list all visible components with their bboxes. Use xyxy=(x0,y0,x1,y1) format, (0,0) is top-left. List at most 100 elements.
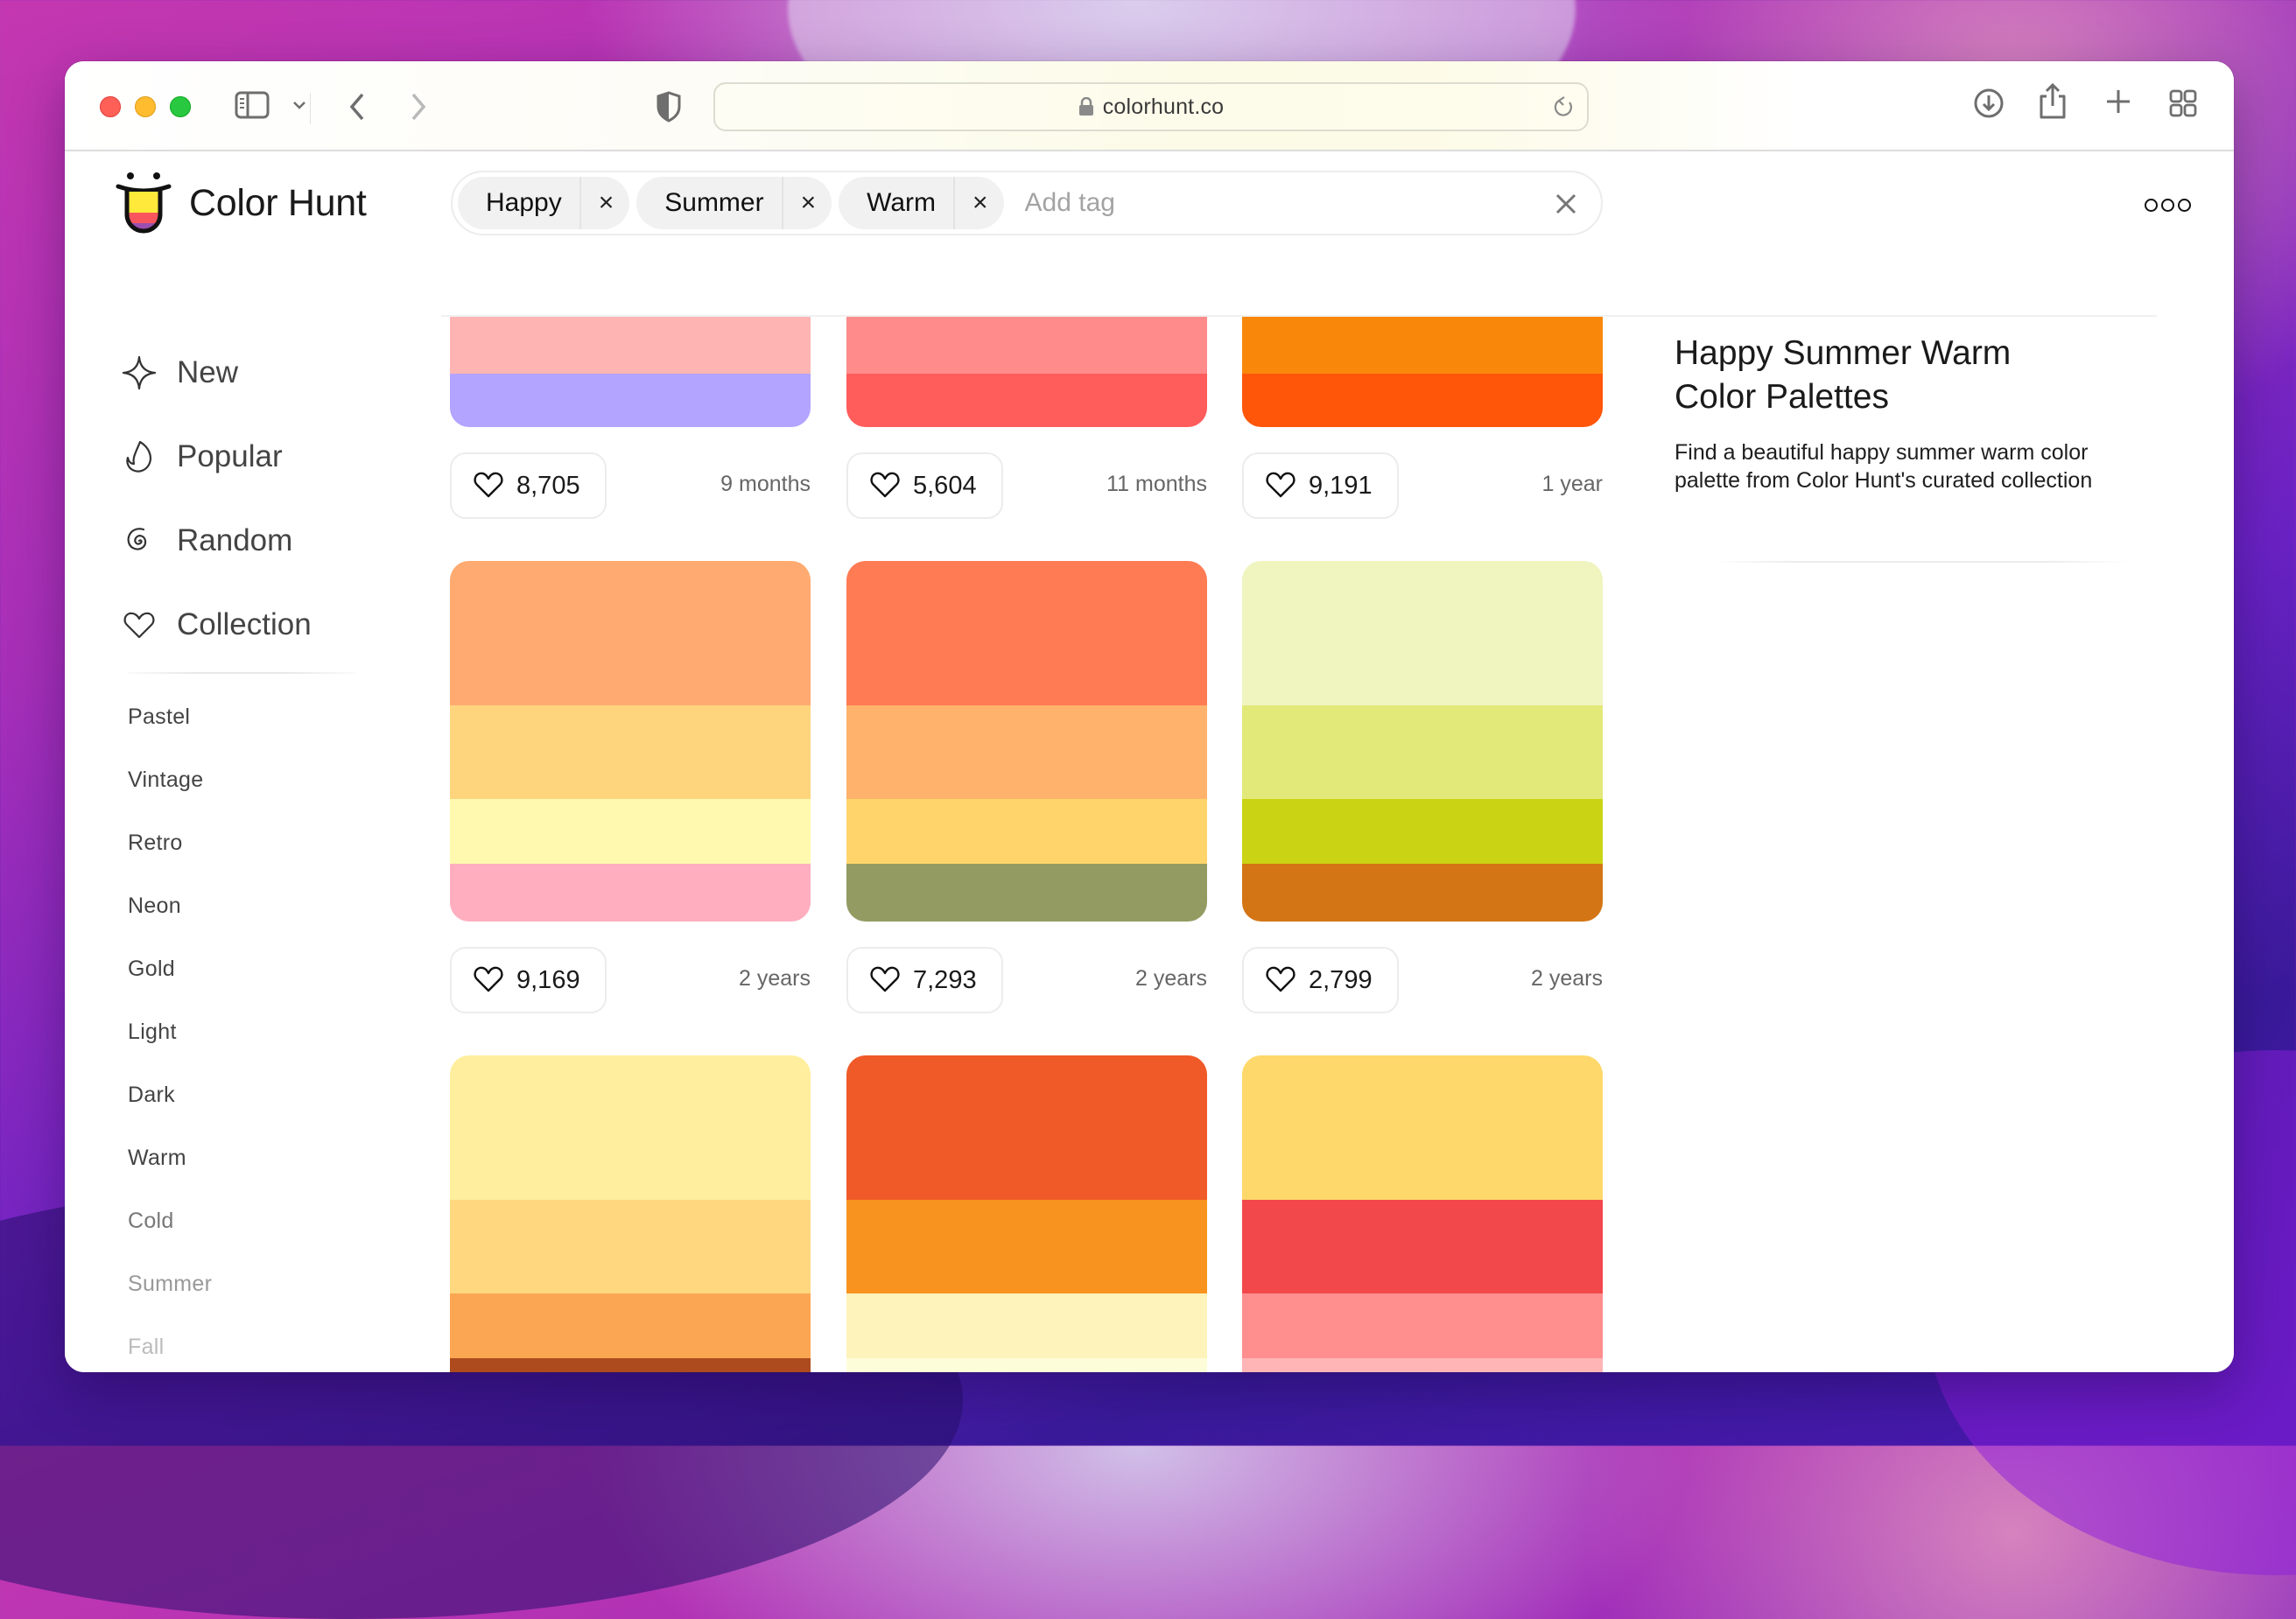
color-stripe[interactable] xyxy=(450,799,811,864)
palette-meta: 5,604 11 months xyxy=(846,452,1207,519)
palette-swatches[interactable] xyxy=(450,561,811,922)
color-stripe[interactable] xyxy=(450,1200,811,1293)
like-count: 2,799 xyxy=(1309,965,1373,994)
color-stripe[interactable] xyxy=(1242,1055,1603,1200)
color-stripe[interactable] xyxy=(450,561,811,705)
color-stripe[interactable] xyxy=(450,315,811,374)
remove-tag-icon[interactable]: × xyxy=(953,177,1004,229)
browser-toolbar: colorhunt.co xyxy=(65,61,2234,151)
lock-icon xyxy=(1078,96,1094,116)
color-stripe[interactable] xyxy=(846,1200,1207,1293)
remove-tag-icon[interactable]: × xyxy=(579,177,630,229)
color-stripe[interactable] xyxy=(1242,1293,1603,1358)
tag-chip-label: Summer xyxy=(664,188,764,217)
brand-logo[interactable]: Color Hunt xyxy=(116,171,367,235)
tag-search-bar[interactable]: Happy × Summer × Warm × xyxy=(451,171,1603,235)
tag-chip-label: Warm xyxy=(867,188,937,217)
color-stripe[interactable] xyxy=(846,315,1207,374)
color-stripe[interactable] xyxy=(846,864,1207,922)
color-stripe[interactable] xyxy=(450,1358,811,1372)
like-count: 5,604 xyxy=(913,471,977,500)
palette-feed[interactable]: 8,705 9 months 5,604 11 months 9,191 1 year 9,… xyxy=(65,315,2234,1372)
color-stripe[interactable] xyxy=(450,1293,811,1358)
heart-icon xyxy=(869,964,901,998)
color-stripe[interactable] xyxy=(846,1358,1207,1372)
palette-meta: 9,191 1 year xyxy=(1242,452,1603,519)
color-stripe[interactable] xyxy=(1242,864,1603,922)
like-count: 7,293 xyxy=(913,965,977,994)
web-page: Color Hunt Happy × Summer × Warm × Add t… xyxy=(65,151,2234,1372)
toolbar-separator xyxy=(310,93,311,124)
palette-swatches[interactable] xyxy=(1242,315,1603,427)
download-icon[interactable] xyxy=(1973,88,2005,119)
palette-swatches[interactable] xyxy=(450,1055,811,1372)
sidebar-toggle-icon[interactable] xyxy=(235,91,270,119)
address-bar[interactable]: colorhunt.co xyxy=(713,82,1589,131)
like-button[interactable]: 5,604 xyxy=(846,452,1003,519)
header-divider xyxy=(441,315,2157,317)
chevron-down-icon[interactable] xyxy=(292,100,306,110)
heart-icon xyxy=(869,469,901,503)
color-stripe[interactable] xyxy=(846,799,1207,864)
share-icon[interactable] xyxy=(2038,82,2068,121)
new-tab-icon[interactable] xyxy=(2104,88,2132,116)
tab-overview-icon[interactable] xyxy=(2169,89,2197,117)
color-stripe[interactable] xyxy=(846,561,1207,705)
color-stripe[interactable] xyxy=(1242,1200,1603,1293)
heart-icon xyxy=(473,964,504,998)
like-count: 8,705 xyxy=(516,471,580,500)
like-count: 9,191 xyxy=(1309,471,1373,500)
color-stripe[interactable] xyxy=(1242,799,1603,864)
remove-tag-icon[interactable]: × xyxy=(781,177,832,229)
color-stripe[interactable] xyxy=(450,1055,811,1200)
palette-swatches[interactable] xyxy=(1242,1055,1603,1372)
palette-swatches[interactable] xyxy=(846,1055,1207,1372)
color-stripe[interactable] xyxy=(450,374,811,427)
color-stripe[interactable] xyxy=(846,705,1207,799)
color-stripe[interactable] xyxy=(450,705,811,799)
browser-window: colorhunt.co Color Hunt Happy × Summer ×… xyxy=(65,61,2234,1372)
color-stripe[interactable] xyxy=(450,864,811,922)
like-button[interactable]: 7,293 xyxy=(846,947,1003,1013)
tag-chip-warm: Warm × xyxy=(839,177,1004,229)
like-button[interactable]: 8,705 xyxy=(450,452,607,519)
forward-icon[interactable] xyxy=(408,91,429,123)
like-button[interactable]: 9,191 xyxy=(1242,452,1399,519)
color-stripe[interactable] xyxy=(846,1293,1207,1358)
palette-swatches[interactable] xyxy=(450,315,811,427)
color-stripe[interactable] xyxy=(1242,374,1603,427)
brand-name: Color Hunt xyxy=(189,181,367,224)
palette-meta: 8,705 9 months xyxy=(450,452,811,519)
close-window-button[interactable] xyxy=(100,96,121,117)
more-options-icon[interactable] xyxy=(2145,199,2191,212)
color-hunt-logo-icon xyxy=(116,172,172,234)
minimize-window-button[interactable] xyxy=(135,96,156,117)
heart-icon xyxy=(1265,469,1296,503)
like-button[interactable]: 2,799 xyxy=(1242,947,1399,1013)
palette-age: 2 years xyxy=(1531,966,1603,991)
tag-chip-label: Happy xyxy=(486,188,562,217)
palette-meta: 7,293 2 years xyxy=(846,947,1207,1013)
shield-icon[interactable] xyxy=(657,91,681,123)
color-stripe[interactable] xyxy=(1242,315,1603,374)
palette-age: 2 years xyxy=(1135,966,1207,991)
color-stripe[interactable] xyxy=(846,1055,1207,1200)
reload-icon[interactable] xyxy=(1552,95,1575,123)
tag-chip-happy: Happy × xyxy=(458,177,630,229)
heart-icon xyxy=(1265,964,1296,998)
palette-swatches[interactable] xyxy=(846,315,1207,427)
like-count: 9,169 xyxy=(516,965,580,994)
color-stripe[interactable] xyxy=(846,374,1207,427)
color-stripe[interactable] xyxy=(1242,1358,1603,1372)
back-icon[interactable] xyxy=(347,91,368,123)
palette-meta: 9,169 2 years xyxy=(450,947,811,1013)
add-tag-input[interactable] xyxy=(1022,187,1601,219)
clear-tags-icon[interactable] xyxy=(1550,188,1582,224)
palette-swatches[interactable] xyxy=(1242,561,1603,922)
palette-swatches[interactable] xyxy=(846,561,1207,922)
color-stripe[interactable] xyxy=(1242,561,1603,705)
like-button[interactable]: 9,169 xyxy=(450,947,607,1013)
heart-icon xyxy=(473,469,504,503)
zoom-window-button[interactable] xyxy=(170,96,191,117)
color-stripe[interactable] xyxy=(1242,705,1603,799)
